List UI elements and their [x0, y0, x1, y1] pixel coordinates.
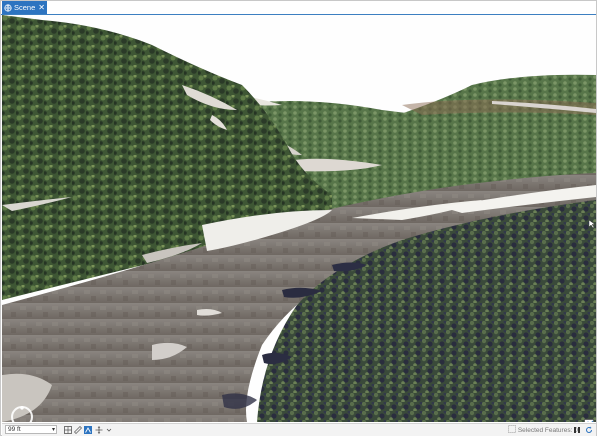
refresh-icon: [586, 426, 592, 433]
grid-icon[interactable]: [64, 426, 72, 434]
tab-scene-label: Scene: [14, 3, 36, 12]
document-tab-strip: Scene ✕: [1, 1, 596, 15]
scale-dropdown[interactable]: 99 ft ▾: [5, 425, 57, 434]
status-bar: 99 ft ▾ Selected Features: 0: [2, 423, 596, 436]
navigator-control-icon[interactable]: [10, 405, 34, 422]
scale-value: 99 ft: [8, 426, 21, 433]
tab-scene[interactable]: Scene ✕: [2, 1, 47, 14]
close-icon[interactable]: ✕: [38, 3, 45, 12]
selected-features-label: Selected Features:: [517, 427, 573, 434]
scene-globe-icon: [4, 3, 12, 12]
move-icon[interactable]: [95, 426, 103, 434]
selection-icon: [508, 425, 516, 433]
overview-map-icon[interactable]: [584, 419, 594, 422]
chevron-down-icon: ▾: [51, 427, 55, 433]
selected-features-readout: Selected Features: 0: [508, 425, 578, 436]
scene-view-pane: Scene ✕ 99 ft ▾ Selected Features:: [0, 0, 597, 436]
refresh-button[interactable]: [585, 426, 593, 434]
pause-icon: [574, 427, 580, 433]
pause-drawing-button[interactable]: [573, 426, 581, 434]
ruler-icon[interactable]: [74, 426, 82, 434]
snapping-icon[interactable]: [84, 426, 92, 434]
chevron-down-icon[interactable]: [105, 426, 113, 434]
cursor-icon: [589, 220, 595, 228]
scene-3d-viewport[interactable]: [2, 15, 596, 422]
terrain-render: [2, 15, 596, 422]
